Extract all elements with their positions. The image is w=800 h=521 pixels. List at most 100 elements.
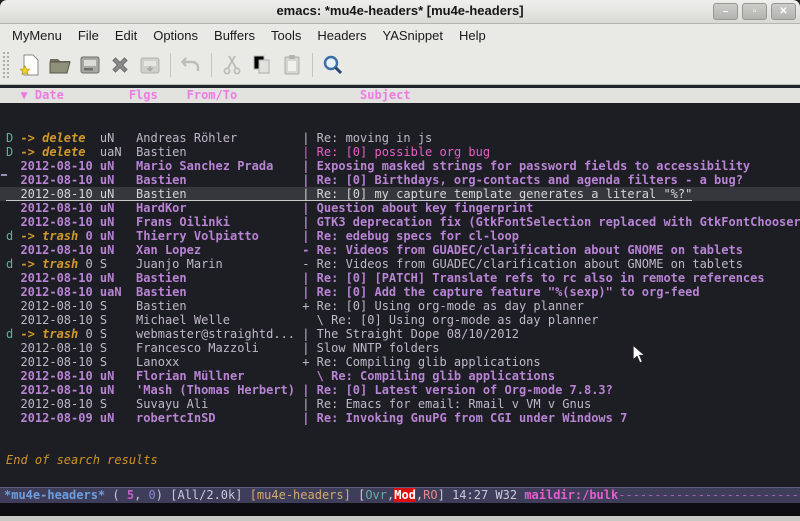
toolbar-separator (312, 53, 313, 77)
menubar: MyMenuFileEditOptionsBuffersToolsHeaders… (0, 24, 800, 46)
row-segment-unread: Mario Sanchez Prada (136, 159, 302, 173)
paste-icon (279, 51, 305, 79)
emacs-window: emacs: *mu4e-headers* [mu4e-headers] –▫✕… (0, 0, 800, 521)
mail-row[interactable]: 2012-08-10 S Lanoxx + Re: Compiling glib… (0, 355, 800, 369)
minibuffer-echo-area[interactable] (0, 503, 800, 516)
row-segment-normal: 2012-08-10 S (6, 397, 136, 411)
mail-row[interactable]: 2012-08-10 S Bastien + Re: [0] Using org… (0, 299, 800, 313)
row-segment-unread: 2012-08-10 uN (6, 271, 136, 285)
row-segment-normal: + Re: Compiling glib applications (302, 355, 540, 369)
mail-row[interactable]: 2012-08-10 uN Bastien | Re: [0] Birthday… (0, 173, 800, 187)
mail-row[interactable]: d -> trash 0 uN Thierry Volpiatto | Re: … (0, 229, 800, 243)
mail-list: D -> delete uN Andreas Röhler | Re: movi… (0, 103, 800, 487)
row-segment-normal: 0 S (78, 327, 136, 341)
maximize-button[interactable]: ▫ (742, 3, 767, 20)
toolbar-icons (15, 51, 348, 79)
menu-item-help[interactable]: Help (451, 26, 494, 45)
row-segment-normal: + Re: [0] Using org-mode as day planner (302, 299, 584, 313)
row-segment-unread: 2012-08-10 uN (6, 215, 136, 229)
row-segment-normal: Michael Welle (136, 313, 302, 327)
row-segment-normal: Juanjo Marin (136, 257, 302, 271)
mouse-cursor (632, 344, 647, 365)
window-title: emacs: *mu4e-headers* [mu4e-headers] (0, 3, 800, 18)
row-segment-normal: 2012-08-10 S (6, 299, 136, 313)
modeline-segment-ml: , (134, 488, 148, 502)
mail-row[interactable]: D -> delete uaN Bastien | Re: [0] possib… (0, 145, 800, 159)
toolbar-grip-handle[interactable] (3, 52, 9, 78)
toolbar-separator (170, 53, 171, 77)
mail-row[interactable]: D -> delete uN Andreas Röhler | Re: movi… (0, 131, 800, 145)
search-icon[interactable] (320, 51, 346, 79)
menu-item-yasnippet[interactable]: YASnippet (374, 26, 450, 45)
mail-row[interactable]: 2012-08-10 S Francesco Mazzoli | Slow NN… (0, 341, 800, 355)
mail-row[interactable]: 2012-08-10 uN Xan Lopez - Re: Videos fro… (0, 243, 800, 257)
open-folder-icon[interactable] (47, 51, 73, 79)
row-segment-unread: | Re: [0] [PATCH] Translate refs to rc a… (302, 271, 764, 285)
modeline-segment-ml-mod: Mod (394, 488, 416, 502)
save-as-icon (137, 51, 163, 79)
menu-item-tools[interactable]: Tools (263, 26, 309, 45)
row-segment-normal: | Re: moving in js (302, 131, 432, 145)
mail-row[interactable]: 2012-08-10 uaN Bastien | Re: [0] Add the… (0, 285, 800, 299)
modeline-segment-ml-dash: ------------------------- (618, 488, 799, 502)
modeline-segment-ml-ro: RO (423, 488, 437, 502)
row-segment-unread: 2012-08-10 uN (6, 159, 136, 173)
menu-item-headers[interactable]: Headers (309, 26, 374, 45)
mail-row[interactable]: 2012-08-10 uN Bastien | Re: [0] [PATCH] … (0, 271, 800, 285)
row-segment-normal: Francesco Mazzoli (136, 341, 302, 355)
mail-row[interactable]: 2012-08-10 S Suvayu Ali | Re: Emacs for … (0, 397, 800, 411)
row-segment-unread: | Re: [0] Add the capture feature "%(sex… (302, 285, 699, 299)
mail-row[interactable]: d -> trash 0 S webmaster@straightd... | … (0, 327, 800, 341)
mail-row[interactable]: 2012-08-10 S Michael Welle \ Re: [0] Usi… (0, 313, 800, 327)
row-segment-unread: | Re: [0] Latest version of Org-mode 7.8… (302, 383, 613, 397)
row-segment-normal: | Re: Emacs for email: Rmail v VM v Gnus (302, 397, 591, 411)
modeline-segment-ml: ) (156, 488, 170, 502)
row-segment-normal: Andreas Röhler (136, 131, 302, 145)
menu-item-edit[interactable]: Edit (107, 26, 145, 45)
row-segment-unread: | Re: edebug specs for cl-loop (302, 229, 519, 243)
mode-line[interactable]: *mu4e-headers* ( 5, 0) [All/2.0k] [mu4e-… (0, 487, 800, 503)
mail-row[interactable]: 2012-08-10 uN Mario Sanchez Prada | Expo… (0, 159, 800, 173)
window-bottom-edge (0, 516, 800, 521)
row-segment-mark: d (6, 327, 20, 341)
menu-item-mymenu[interactable]: MyMenu (4, 26, 70, 45)
mail-row[interactable]: 2012-08-10 uN Frans Oilinki | GTK3 depre… (0, 215, 800, 229)
toolbar-separator (211, 53, 212, 77)
row-segment-unread: | Re: [0] Birthdays, org-contacts and ag… (302, 173, 743, 187)
mail-row-selected[interactable]: 2012-08-10 uN Bastien | Re: [0] my captu… (0, 187, 800, 201)
row-segment-unread: robertcInSD (136, 411, 302, 425)
modeline-segment-ml: [All/2.0k] (170, 488, 249, 502)
row-segment-normal: 2012-08-10 S (6, 341, 136, 355)
row-segment-unread: | Exposing masked strings for password f… (302, 159, 750, 173)
row-segment-unread: Florian Müllner (136, 369, 302, 383)
row-segment-normal: | Slow NNTP folders (302, 341, 439, 355)
close-button[interactable]: ✕ (771, 3, 796, 20)
mail-row[interactable]: 2012-08-10 uN Florian Müllner \ Re: Comp… (0, 369, 800, 383)
mail-row[interactable]: d -> trash 0 S Juanjo Marin - Re: Videos… (0, 257, 800, 271)
mail-row[interactable]: 2012-08-10 uN HardKor | Question about k… (0, 201, 800, 215)
mail-row[interactable]: 2012-08-10 uN 'Mash (Thomas Herbert) | R… (0, 383, 800, 397)
mail-row[interactable]: 2012-08-09 uN robertcInSD | Re: Invoking… (0, 411, 800, 425)
row-segment-action: -> trash (20, 327, 78, 341)
row-segment-unread: Bastien (136, 173, 302, 187)
menu-item-buffers[interactable]: Buffers (206, 26, 263, 45)
new-file-icon[interactable] (17, 51, 43, 79)
toolbar (0, 46, 800, 85)
row-segment-pink: | Re: [0] possible org bug (302, 145, 490, 159)
row-segment-mark: D (6, 131, 20, 145)
mu4e-column-header-line[interactable]: ▼ Date Flgs From/To Subject (0, 88, 800, 103)
titlebar[interactable]: emacs: *mu4e-headers* [mu4e-headers] –▫✕ (0, 0, 800, 24)
row-segment-unread: | Question about key fingerprint (302, 201, 533, 215)
close-buffer-icon[interactable] (107, 51, 133, 79)
undo-icon (178, 51, 204, 79)
row-segment-unread: 2012-08-10 uN (6, 173, 136, 187)
row-segment-mark: D (6, 145, 20, 159)
row-segment-unread: Xan Lopez (136, 243, 302, 257)
row-segment-unread: Frans Oilinki (136, 215, 302, 229)
minimize-button[interactable]: – (713, 3, 738, 20)
menu-item-options[interactable]: Options (145, 26, 206, 45)
row-segment-unread: Thierry Volpiatto (136, 229, 302, 243)
save-icon[interactable] (77, 51, 103, 79)
menu-item-file[interactable]: File (70, 26, 107, 45)
modeline-segment-ml: 14:27 W32 (452, 488, 524, 502)
